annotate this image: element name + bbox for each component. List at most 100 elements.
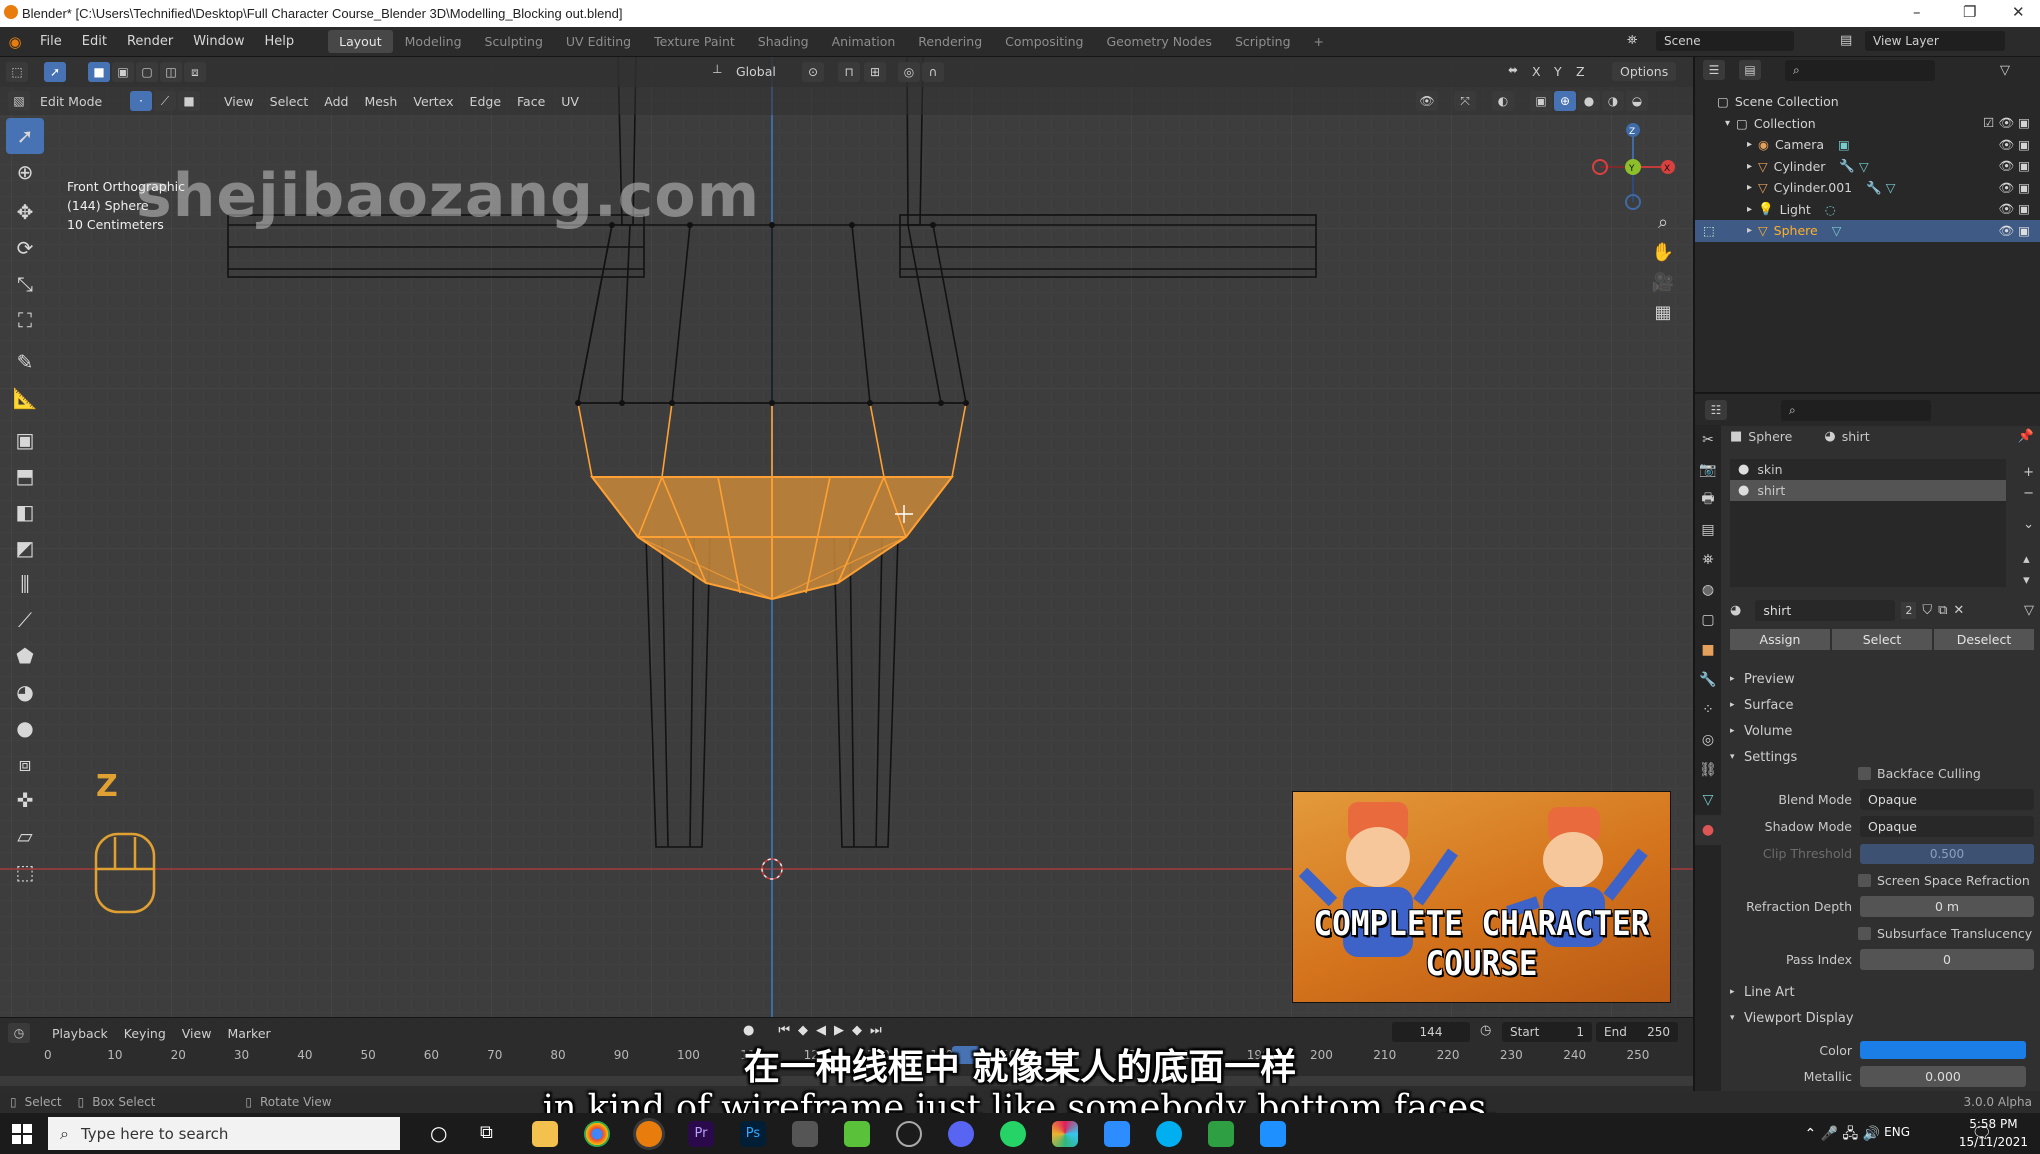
visibility-icon[interactable]: 👁 — [1416, 91, 1438, 111]
prev-keyframe-icon[interactable]: ◆ — [798, 1023, 808, 1038]
refraction-depth-field[interactable]: 0 m — [1860, 896, 2034, 917]
section-volume[interactable]: ▸ Volume — [1730, 718, 2034, 744]
scene-selector[interactable]: Scene — [1656, 31, 1794, 51]
tab-sculpting[interactable]: Sculpting — [474, 30, 554, 53]
rip-tool-icon[interactable]: ⬚ — [6, 854, 44, 890]
tab-modeling[interactable]: Modeling — [394, 30, 473, 53]
ssr-row[interactable]: Screen Space Refraction — [1730, 867, 2034, 893]
slot-skin[interactable]: ● skin — [1730, 459, 2006, 480]
cursor-tool-icon[interactable]: ⊕ — [6, 154, 44, 190]
outliner-item-cylinder-001[interactable]: ▸ ▽ Cylinder.001 🔧 ▽ 👁 ▣ — [1695, 177, 2040, 199]
menu-help[interactable]: Help — [255, 34, 305, 49]
mirror-icon[interactable]: ⬌ — [1508, 63, 1518, 77]
notification-icon[interactable]: 🗨 — [1972, 1123, 1992, 1142]
modifier-tab-icon[interactable]: 🔧 — [1695, 665, 1721, 695]
annotate-tool-icon[interactable]: ✎ — [6, 344, 44, 380]
view-layer-selector[interactable]: View Layer — [1865, 31, 2005, 51]
proportional-edit-icon[interactable]: ◎ — [898, 62, 920, 82]
task-view-icon[interactable]: ⧉ — [480, 1122, 493, 1143]
outliner-item-cylinder[interactable]: ▸ ▽ Cylinder 🔧 ▽ 👁 ▣ — [1695, 156, 2040, 178]
filter-icon[interactable]: ▽ — [2000, 63, 2010, 78]
menu-mesh[interactable]: Mesh — [356, 92, 405, 111]
outliner-item-camera[interactable]: ▸ ◉ Camera ▣ 👁 ▣ — [1695, 134, 2040, 156]
navigation-gizmo[interactable]: Z Y X — [1588, 122, 1678, 212]
add-workspace-button[interactable]: + — [1303, 30, 1335, 53]
menu-face[interactable]: Face — [509, 92, 553, 111]
cortana-icon[interactable]: ○ — [430, 1121, 447, 1145]
chrome-icon[interactable] — [584, 1121, 610, 1147]
material-filter-icon[interactable]: ▽ — [2024, 603, 2034, 618]
menu-edit[interactable]: Edit — [72, 34, 117, 49]
snap-icon[interactable]: ⊓ — [838, 62, 860, 82]
camera-view-icon[interactable]: 🎥 — [1648, 267, 1678, 297]
duplicate-material-icon[interactable]: ⧉ — [1938, 603, 1947, 618]
options-dropdown[interactable]: Options — [1612, 62, 1677, 81]
outliner-item-sphere[interactable]: ⬚ ▸ ▽ Sphere ▽ 👁 ▣ — [1695, 220, 2040, 242]
expand-arrow-icon[interactable]: ▾ — [1725, 118, 1730, 129]
tool-tab-icon[interactable]: ✂ — [1695, 425, 1721, 455]
outliner-editor-icon[interactable]: ☰ — [1703, 60, 1725, 80]
view-layer-tab-icon[interactable]: ▤ — [1695, 515, 1721, 545]
smooth-tool-icon[interactable]: ● — [6, 710, 44, 746]
shrink-fatten-tool-icon[interactable]: ✜ — [6, 782, 44, 818]
next-keyframe-icon[interactable]: ◆ — [852, 1023, 862, 1038]
inset-tool-icon[interactable]: ◧ — [6, 494, 44, 530]
user-count[interactable]: 2 — [1901, 601, 1917, 619]
object-tab-icon[interactable]: ■ — [1695, 635, 1721, 665]
camtasia-icon[interactable] — [844, 1121, 870, 1147]
output-tab-icon[interactable]: 🖶 — [1695, 485, 1721, 515]
display-mode-icon[interactable]: ▤ — [1739, 60, 1761, 80]
xray-toggle-icon[interactable]: ▣ — [1530, 91, 1552, 111]
snap-target-icon[interactable]: ⊞ — [864, 62, 886, 82]
photoshop-icon[interactable]: Ps — [740, 1121, 766, 1147]
play-icon[interactable]: ▶ — [834, 1023, 844, 1038]
slack-icon[interactable] — [1052, 1121, 1078, 1147]
menu-edge[interactable]: Edge — [462, 92, 509, 111]
edge-slide-tool-icon[interactable]: ⧈ — [6, 746, 44, 782]
tab-rendering[interactable]: Rendering — [907, 30, 993, 53]
scene-tab-icon[interactable]: ⛯ — [1695, 545, 1721, 575]
taskbar-clock[interactable]: 5:58 PM 15/11/2021 — [1959, 1115, 2028, 1151]
expand-arrow-icon[interactable]: ▸ — [1747, 225, 1752, 236]
checkbox[interactable] — [1858, 766, 1871, 780]
extrude-tool-icon[interactable]: ⬒ — [6, 458, 44, 494]
tab-scripting[interactable]: Scripting — [1224, 30, 1302, 53]
menu-vertex[interactable]: Vertex — [405, 92, 461, 111]
app-icon[interactable] — [792, 1121, 818, 1147]
section-line-art[interactable]: ▸ Line Art — [1730, 979, 2034, 1005]
windows-start-icon[interactable] — [12, 1124, 32, 1144]
edit-mode-icon[interactable]: ⬚ — [1703, 223, 1715, 238]
jump-start-icon[interactable]: ⏮ — [778, 1023, 790, 1038]
blender-taskbar-icon[interactable] — [636, 1121, 662, 1147]
particles-tab-icon[interactable]: ⁘ — [1695, 695, 1721, 725]
visibility-toggles[interactable]: 👁 ▣ — [1998, 223, 2030, 239]
checkbox[interactable] — [1858, 873, 1871, 887]
properties-editor-icon[interactable]: ☷ — [1705, 400, 1727, 420]
sss-row[interactable]: Subsurface Translucency — [1730, 920, 2034, 946]
mode-dropdown[interactable]: Edit Mode — [32, 92, 122, 111]
slot-shirt[interactable]: ● shirt — [1730, 480, 2006, 501]
select-mode-icon[interactable]: ➚ — [44, 62, 66, 82]
sync-icon[interactable] — [1208, 1121, 1234, 1147]
collection-row[interactable]: ▾ ▢ Collection ☑ 👁 ▣ — [1695, 113, 2040, 135]
browse-material-icon[interactable]: ◕ — [1730, 603, 1741, 618]
shear-tool-icon[interactable]: ▱ — [6, 818, 44, 854]
blend-mode-dropdown[interactable]: Opaque — [1860, 789, 2034, 810]
material-name-field[interactable]: shirt — [1755, 599, 1896, 621]
collection-tab-icon[interactable]: ▢ — [1695, 605, 1721, 635]
zoom-icon[interactable]: ⌕ — [1648, 207, 1678, 237]
file-explorer-icon[interactable] — [532, 1121, 558, 1147]
mirror-z-toggle[interactable]: Z — [1568, 62, 1593, 81]
transform-orientation-dropdown[interactable]: Global — [728, 62, 784, 81]
subtract-selection-icon[interactable]: ▢ — [136, 62, 158, 82]
shadow-mode-dropdown[interactable]: Opaque — [1860, 816, 2034, 837]
visibility-toggles[interactable]: 👁 ▣ — [1998, 201, 2030, 217]
select-box-tool-icon[interactable]: ➚ — [6, 118, 44, 154]
play-reverse-icon[interactable]: ◀ — [816, 1023, 826, 1038]
mirror-y-toggle[interactable]: Y — [1546, 62, 1570, 81]
vertex-select-icon[interactable]: ⋅ — [130, 91, 152, 111]
bevel-tool-icon[interactable]: ◩ — [6, 530, 44, 566]
spin-tool-icon[interactable]: ◕ — [6, 674, 44, 710]
falloff-icon[interactable]: ∩ — [922, 62, 944, 82]
section-surface[interactable]: ▸ Surface — [1730, 692, 2034, 718]
